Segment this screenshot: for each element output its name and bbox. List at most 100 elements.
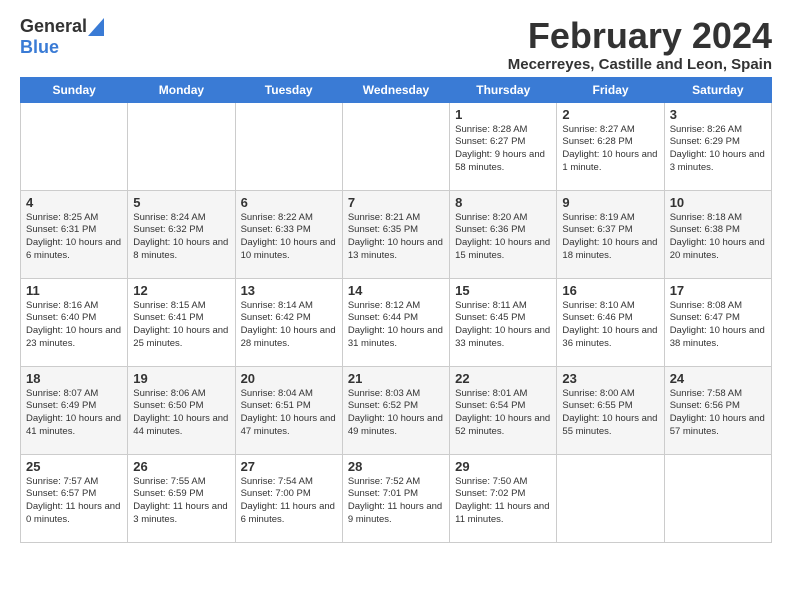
weekday-header: Tuesday <box>235 77 342 102</box>
day-number: 26 <box>133 459 229 474</box>
day-number: 29 <box>455 459 551 474</box>
cell-content: Sunrise: 8:26 AM Sunset: 6:29 PM Dayligh… <box>670 124 766 175</box>
calendar-week-row: 11 Sunrise: 8:16 AM Sunset: 6:40 PM Dayli… <box>21 278 772 366</box>
day-number: 14 <box>348 283 444 298</box>
cell-content: Sunrise: 8:25 AM Sunset: 6:31 PM Dayligh… <box>26 212 122 263</box>
day-number: 1 <box>455 107 551 122</box>
calendar-cell: 7 Sunrise: 8:21 AM Sunset: 6:35 PM Daylig… <box>342 190 449 278</box>
day-number: 24 <box>670 371 766 386</box>
calendar-cell: 29 Sunrise: 7:50 AM Sunset: 7:02 PM Dayli… <box>450 454 557 542</box>
cell-content: Sunrise: 7:55 AM Sunset: 6:59 PM Dayligh… <box>133 476 229 527</box>
calendar-cell: 17 Sunrise: 8:08 AM Sunset: 6:47 PM Dayli… <box>664 278 771 366</box>
calendar-cell <box>342 102 449 190</box>
calendar-cell: 18 Sunrise: 8:07 AM Sunset: 6:49 PM Dayli… <box>21 366 128 454</box>
cell-content: Sunrise: 8:21 AM Sunset: 6:35 PM Dayligh… <box>348 212 444 263</box>
day-number: 13 <box>241 283 337 298</box>
calendar-cell: 26 Sunrise: 7:55 AM Sunset: 6:59 PM Dayli… <box>128 454 235 542</box>
logo: General Blue <box>20 16 104 58</box>
calendar-week-row: 1 Sunrise: 8:28 AM Sunset: 6:27 PM Daylig… <box>21 102 772 190</box>
day-number: 25 <box>26 459 122 474</box>
day-number: 8 <box>455 195 551 210</box>
cell-content: Sunrise: 7:58 AM Sunset: 6:56 PM Dayligh… <box>670 388 766 439</box>
calendar-cell: 11 Sunrise: 8:16 AM Sunset: 6:40 PM Dayli… <box>21 278 128 366</box>
calendar-cell <box>128 102 235 190</box>
cell-content: Sunrise: 8:03 AM Sunset: 6:52 PM Dayligh… <box>348 388 444 439</box>
calendar-cell: 19 Sunrise: 8:06 AM Sunset: 6:50 PM Dayli… <box>128 366 235 454</box>
calendar-cell: 3 Sunrise: 8:26 AM Sunset: 6:29 PM Daylig… <box>664 102 771 190</box>
cell-content: Sunrise: 8:16 AM Sunset: 6:40 PM Dayligh… <box>26 300 122 351</box>
calendar-cell <box>21 102 128 190</box>
subtitle: Mecerreyes, Castille and Leon, Spain <box>508 56 772 73</box>
calendar-cell: 20 Sunrise: 8:04 AM Sunset: 6:51 PM Dayli… <box>235 366 342 454</box>
calendar-table: SundayMondayTuesdayWednesdayThursdayFrid… <box>20 77 772 543</box>
calendar-cell <box>664 454 771 542</box>
day-number: 18 <box>26 371 122 386</box>
calendar-cell: 24 Sunrise: 7:58 AM Sunset: 6:56 PM Dayli… <box>664 366 771 454</box>
calendar-cell <box>235 102 342 190</box>
day-number: 27 <box>241 459 337 474</box>
day-number: 7 <box>348 195 444 210</box>
calendar-week-row: 25 Sunrise: 7:57 AM Sunset: 6:57 PM Dayli… <box>21 454 772 542</box>
calendar-cell: 13 Sunrise: 8:14 AM Sunset: 6:42 PM Dayli… <box>235 278 342 366</box>
calendar-cell: 5 Sunrise: 8:24 AM Sunset: 6:32 PM Daylig… <box>128 190 235 278</box>
day-number: 20 <box>241 371 337 386</box>
day-number: 28 <box>348 459 444 474</box>
cell-content: Sunrise: 7:50 AM Sunset: 7:02 PM Dayligh… <box>455 476 551 527</box>
main-title: February 2024 <box>508 16 772 56</box>
weekday-header: Sunday <box>21 77 128 102</box>
day-number: 9 <box>562 195 658 210</box>
cell-content: Sunrise: 8:22 AM Sunset: 6:33 PM Dayligh… <box>241 212 337 263</box>
weekday-header: Wednesday <box>342 77 449 102</box>
calendar-week-row: 18 Sunrise: 8:07 AM Sunset: 6:49 PM Dayli… <box>21 366 772 454</box>
cell-content: Sunrise: 8:06 AM Sunset: 6:50 PM Dayligh… <box>133 388 229 439</box>
weekday-header: Thursday <box>450 77 557 102</box>
cell-content: Sunrise: 8:20 AM Sunset: 6:36 PM Dayligh… <box>455 212 551 263</box>
cell-content: Sunrise: 7:57 AM Sunset: 6:57 PM Dayligh… <box>26 476 122 527</box>
cell-content: Sunrise: 8:12 AM Sunset: 6:44 PM Dayligh… <box>348 300 444 351</box>
calendar-cell: 9Sunrise: 8:19 AM Sunset: 6:37 PM Daylig… <box>557 190 664 278</box>
calendar-week-row: 4 Sunrise: 8:25 AM Sunset: 6:31 PM Daylig… <box>21 190 772 278</box>
cell-content: Sunrise: 8:07 AM Sunset: 6:49 PM Dayligh… <box>26 388 122 439</box>
cell-content: Sunrise: 8:15 AM Sunset: 6:41 PM Dayligh… <box>133 300 229 351</box>
day-number: 11 <box>26 283 122 298</box>
day-number: 23 <box>562 371 658 386</box>
cell-content: Sunrise: 8:18 AM Sunset: 6:38 PM Dayligh… <box>670 212 766 263</box>
cell-content: Sunrise: 7:54 AM Sunset: 7:00 PM Dayligh… <box>241 476 337 527</box>
calendar-cell: 22Sunrise: 8:01 AM Sunset: 6:54 PM Dayli… <box>450 366 557 454</box>
day-number: 22 <box>455 371 551 386</box>
cell-content: Sunrise: 8:27 AM Sunset: 6:28 PM Dayligh… <box>562 124 658 175</box>
calendar-body: 1 Sunrise: 8:28 AM Sunset: 6:27 PM Daylig… <box>21 102 772 542</box>
cell-content: Sunrise: 8:28 AM Sunset: 6:27 PM Dayligh… <box>455 124 551 175</box>
day-number: 4 <box>26 195 122 210</box>
day-number: 6 <box>241 195 337 210</box>
day-number: 10 <box>670 195 766 210</box>
cell-content: Sunrise: 8:14 AM Sunset: 6:42 PM Dayligh… <box>241 300 337 351</box>
logo-blue: Blue <box>20 37 59 57</box>
day-number: 16 <box>562 283 658 298</box>
calendar-cell: 14 Sunrise: 8:12 AM Sunset: 6:44 PM Dayli… <box>342 278 449 366</box>
day-number: 12 <box>133 283 229 298</box>
calendar-cell: 10 Sunrise: 8:18 AM Sunset: 6:38 PM Dayli… <box>664 190 771 278</box>
cell-content: Sunrise: 8:08 AM Sunset: 6:47 PM Dayligh… <box>670 300 766 351</box>
day-number: 17 <box>670 283 766 298</box>
calendar-cell: 2 Sunrise: 8:27 AM Sunset: 6:28 PM Daylig… <box>557 102 664 190</box>
day-number: 2 <box>562 107 658 122</box>
cell-content: Sunrise: 8:10 AM Sunset: 6:46 PM Dayligh… <box>562 300 658 351</box>
cell-content: Sunrise: 8:11 AM Sunset: 6:45 PM Dayligh… <box>455 300 551 351</box>
weekday-header: Monday <box>128 77 235 102</box>
calendar-cell <box>557 454 664 542</box>
title-block: February 2024 Mecerreyes, Castille and L… <box>508 16 772 73</box>
day-number: 5 <box>133 195 229 210</box>
calendar-cell: 12 Sunrise: 8:15 AM Sunset: 6:41 PM Dayli… <box>128 278 235 366</box>
cell-content: Sunrise: 8:24 AM Sunset: 6:32 PM Dayligh… <box>133 212 229 263</box>
day-number: 15 <box>455 283 551 298</box>
calendar-cell: 4 Sunrise: 8:25 AM Sunset: 6:31 PM Daylig… <box>21 190 128 278</box>
calendar-cell: 15 Sunrise: 8:11 AM Sunset: 6:45 PM Dayli… <box>450 278 557 366</box>
day-number: 3 <box>670 107 766 122</box>
header: General Blue February 2024 Mecerreyes, C… <box>20 16 772 73</box>
weekday-header: Saturday <box>664 77 771 102</box>
logo-triangle-icon <box>88 18 104 36</box>
weekday-header: Friday <box>557 77 664 102</box>
cell-content: Sunrise: 8:04 AM Sunset: 6:51 PM Dayligh… <box>241 388 337 439</box>
day-number: 19 <box>133 371 229 386</box>
